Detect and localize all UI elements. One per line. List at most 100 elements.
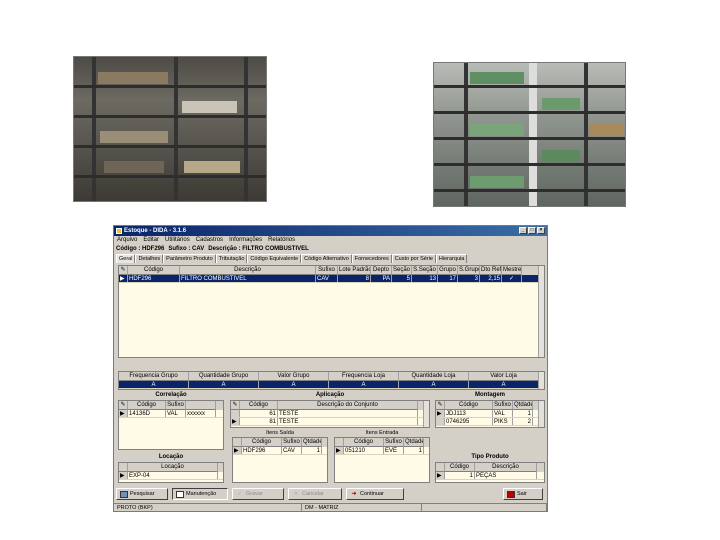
col-s-grupo[interactable]: S.Grupo xyxy=(458,266,480,275)
locacao-grid[interactable]: Locação ▶ EXP-04 xyxy=(118,462,224,483)
cell-codigo[interactable]: 81 xyxy=(240,418,278,425)
table-row[interactable]: ▶ 051210 EVE 1 xyxy=(335,447,429,455)
lookup-icon[interactable]: ✎ xyxy=(119,401,128,410)
col-qtdade[interactable]: Qtdade xyxy=(513,401,533,410)
cell-dto-ref[interactable]: 2,15 xyxy=(480,275,502,282)
cell-quantidade-loja[interactable]: A xyxy=(399,381,469,388)
cell-sufixo[interactable]: CAV xyxy=(282,447,302,454)
col-depto[interactable]: Depto xyxy=(371,266,392,275)
cell-qtdade[interactable]: 1 xyxy=(513,410,533,417)
col-codigo[interactable]: Código xyxy=(445,401,493,410)
cell-codigo[interactable]: 1 xyxy=(445,472,475,479)
table-row[interactable]: ▶ 1 PEÇAS xyxy=(436,472,544,480)
cell-sufixo[interactable]: VAL xyxy=(166,410,186,417)
lookup-icon[interactable]: ✎ xyxy=(119,266,128,275)
col-sufixo[interactable]: Sufixo xyxy=(493,401,513,410)
col-locacao[interactable]: Locação xyxy=(128,463,218,472)
table-row[interactable]: ▶ HDF296 FILTRO COMBUSTIVEL CAV 8 PA 5 1… xyxy=(119,275,544,283)
frequency-grid[interactable]: Frequencia Grupo Quantidade Grupo Valor … xyxy=(118,371,545,390)
col-mestre[interactable]: Mestre xyxy=(502,266,522,275)
continuar-button[interactable]: ➜ Continuar xyxy=(346,488,404,500)
tab-parametro-produto[interactable]: Parâmetro Produto xyxy=(163,254,216,263)
cell-codigo[interactable]: HDF296 xyxy=(128,275,180,282)
tab-fornecedores[interactable]: Fornecedores xyxy=(351,254,392,263)
aplicacao-grid[interactable]: ✎ Código Descrição do Conjunto 61 TESTE … xyxy=(230,400,430,428)
col-frequencia-loja[interactable]: Frequencia Loja xyxy=(329,372,399,381)
cell-extra[interactable]: xxxxxx xyxy=(186,410,216,417)
gravar-button[interactable]: ✓ Gravar xyxy=(232,488,284,500)
cell-sufixo[interactable]: CAV xyxy=(316,275,338,282)
cell-codigo[interactable]: 051210 xyxy=(344,447,384,454)
tab-custo-por-serie[interactable]: Custo por Série xyxy=(391,254,436,263)
itens-saida-grid[interactable]: Código Sufixo Qtdade ▶ HDF296 CAV 1 xyxy=(232,437,328,483)
correlacao-grid[interactable]: ✎ Código Sufixo ▶ 14136D VAL xxxxxx xyxy=(118,400,224,450)
cell-depto[interactable]: PA xyxy=(371,275,392,282)
product-grid[interactable]: ✎ Código Descrição Sufixo Lote Padrão De… xyxy=(118,265,545,358)
col-codigo[interactable]: Código xyxy=(242,438,282,447)
col-frequencia-grupo[interactable]: Frequencia Grupo xyxy=(119,372,189,381)
montagem-scrollbar[interactable] xyxy=(538,401,544,427)
pesquisar-button[interactable]: Pesquisar xyxy=(116,488,168,500)
col-codigo[interactable]: Código xyxy=(240,401,278,410)
col-descricao[interactable]: Descrição xyxy=(180,266,316,275)
cell-descricao[interactable]: PEÇAS xyxy=(475,472,537,479)
menu-cadastros[interactable]: Cadastros xyxy=(196,236,223,245)
col-dto-ref[interactable]: Dto Ref. xyxy=(480,266,502,275)
col-descricao-conjunto[interactable]: Descrição do Conjunto xyxy=(278,401,418,410)
col-codigo[interactable]: Código xyxy=(128,266,180,275)
table-row[interactable]: 0746295 PIKS 2 xyxy=(436,418,544,426)
cell-s-grupo[interactable]: 3 xyxy=(458,275,480,282)
table-row[interactable]: 61 TESTE xyxy=(231,410,429,418)
table-row[interactable]: ▶ EXP-04 xyxy=(119,472,223,480)
menu-informacoes[interactable]: Informações xyxy=(229,236,262,245)
lookup-icon[interactable]: ✎ xyxy=(231,401,240,410)
col-quantidade-grupo[interactable]: Quantidade Grupo xyxy=(189,372,259,381)
cell-lote-padrao[interactable]: 8 xyxy=(338,275,371,282)
cell-valor-grupo[interactable]: A xyxy=(259,381,329,388)
col-sufixo[interactable]: Sufixo xyxy=(384,438,404,447)
sair-button[interactable]: Sair xyxy=(503,488,543,500)
tab-detalhes[interactable]: Detalhes xyxy=(135,254,164,263)
table-row[interactable]: ▶ 14136D VAL xxxxxx xyxy=(119,410,223,418)
cell-grupo[interactable]: 17 xyxy=(438,275,458,282)
cell-sufixo[interactable]: PIKS xyxy=(493,418,513,425)
cell-frequencia-grupo[interactable]: A xyxy=(119,381,189,388)
col-lote-padrao[interactable]: Lote Padrão xyxy=(338,266,371,275)
table-row[interactable]: ▶ HDF296 CAV 1 xyxy=(233,447,327,455)
cell-codigo[interactable]: 14136D xyxy=(128,410,166,417)
tab-codigo-equivalente[interactable]: Código Equivalente xyxy=(247,254,302,263)
col-valor-grupo[interactable]: Valor Grupo xyxy=(259,372,329,381)
tab-tributacao[interactable]: Tributação xyxy=(215,254,248,263)
col-valor-loja[interactable]: Valor Loja xyxy=(469,372,539,381)
maximize-button[interactable]: □ xyxy=(528,227,536,234)
itens-entrada-grid[interactable]: Código Sufixo Qtdade ▶ 051210 EVE 1 xyxy=(334,437,430,483)
col-secao[interactable]: Seção xyxy=(392,266,412,275)
col-codigo[interactable]: Código xyxy=(128,401,166,410)
col-sufixo[interactable]: Sufixo xyxy=(316,266,338,275)
cell-codigo[interactable]: 61 xyxy=(240,410,278,417)
menu-relatorios[interactable]: Relatórios xyxy=(268,236,295,245)
col-qtdade[interactable]: Qtdade xyxy=(404,438,424,447)
cell-codigo[interactable]: 0746295 xyxy=(445,418,493,425)
montagem-grid[interactable]: ✎ Código Sufixo Qtdade ▶ JDJ113 VAL 1 07… xyxy=(435,400,545,428)
close-button[interactable]: × xyxy=(537,227,545,234)
product-grid-scrollbar[interactable] xyxy=(538,266,544,357)
cell-qtdade[interactable]: 2 xyxy=(513,418,533,425)
menu-utilitarios[interactable]: Utilitários xyxy=(165,236,190,245)
cell-qtdade[interactable]: 1 xyxy=(302,447,322,454)
cell-secao[interactable]: 5 xyxy=(392,275,412,282)
col-quantidade-loja[interactable]: Quantidade Loja xyxy=(399,372,469,381)
table-row[interactable]: ▶ 81 TESTE xyxy=(231,418,429,426)
col-qtdade[interactable]: Qtdade xyxy=(302,438,322,447)
menu-editar[interactable]: Editar xyxy=(143,236,159,245)
frequency-grid-scrollbar[interactable] xyxy=(538,372,544,389)
aplicacao-scrollbar[interactable] xyxy=(423,401,429,427)
minimize-button[interactable]: _ xyxy=(519,227,527,234)
col-sufixo[interactable]: Sufixo xyxy=(166,401,186,410)
cancelar-button[interactable]: ✕ Cancelar xyxy=(288,488,342,500)
col-descricao[interactable]: Descrição xyxy=(475,463,537,472)
cell-codigo[interactable]: HDF296 xyxy=(242,447,282,454)
cell-mestre-checkbox[interactable]: ✓ xyxy=(502,275,522,282)
tab-hierarquia[interactable]: Hierarquia xyxy=(435,254,468,263)
cell-descricao[interactable]: TESTE xyxy=(278,410,418,417)
